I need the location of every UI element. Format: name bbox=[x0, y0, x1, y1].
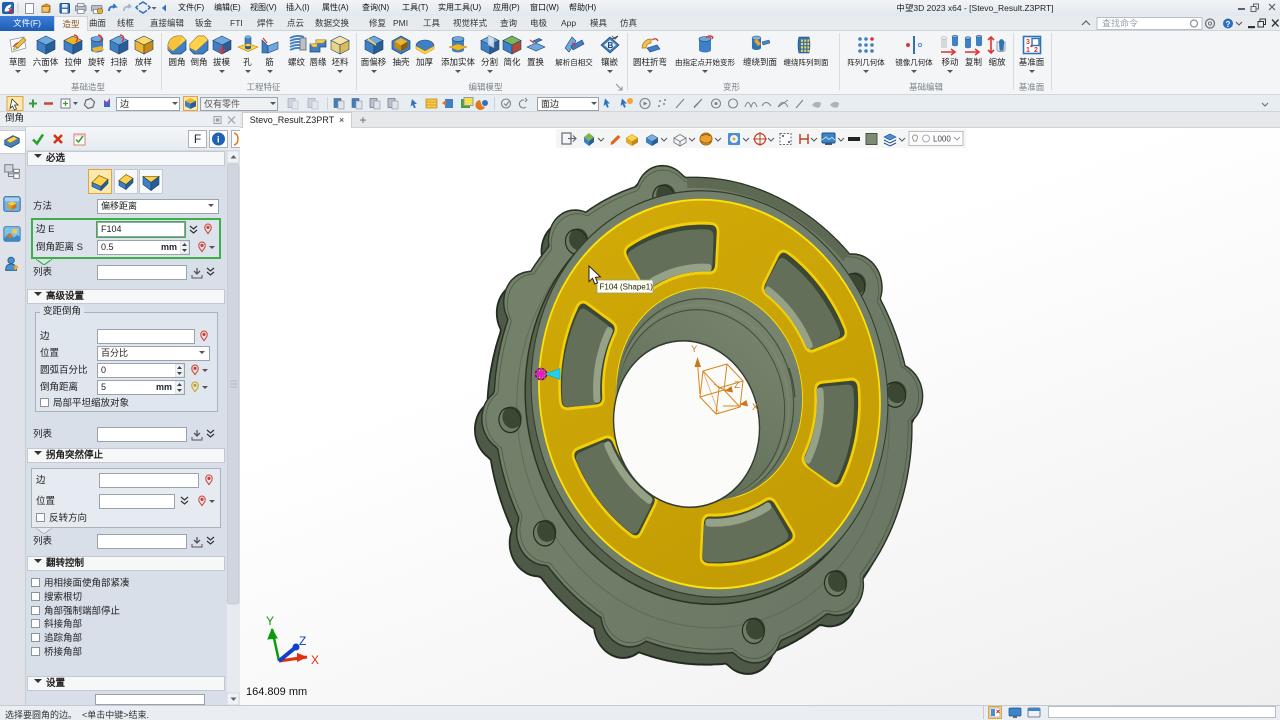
svg-text:Z: Z bbox=[734, 380, 740, 391]
svg-text:X: X bbox=[752, 402, 759, 413]
svg-text:3: 3 bbox=[1026, 39, 1030, 46]
svg-text:164.809 mm: 164.809 mm bbox=[246, 686, 307, 698]
svg-text:Y: Y bbox=[691, 344, 698, 355]
svg-text:X: X bbox=[311, 653, 319, 667]
svg-text:L000: L000 bbox=[933, 135, 951, 144]
svg-text:Z: Z bbox=[299, 634, 306, 648]
svg-text:F104 (Shape1): F104 (Shape1) bbox=[600, 283, 654, 292]
svg-text:Y: Y bbox=[266, 614, 274, 628]
svg-text:查找命令: 查找命令 bbox=[1102, 18, 1138, 29]
svg-text:2: 2 bbox=[1034, 47, 1038, 54]
svg-text:i: i bbox=[217, 135, 220, 145]
svg-text:1: 1 bbox=[1026, 47, 1030, 54]
svg-text:?: ? bbox=[1226, 20, 1231, 29]
svg-text:B: B bbox=[607, 41, 613, 50]
